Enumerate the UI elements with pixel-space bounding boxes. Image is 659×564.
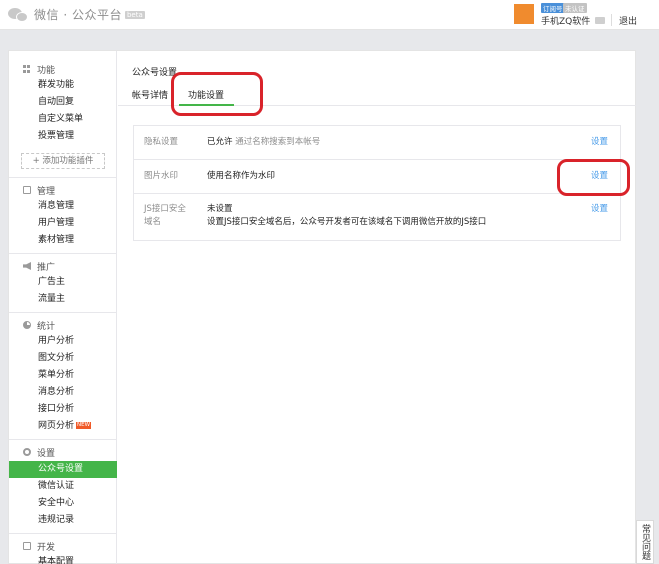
dev-icon [23,542,31,550]
nav-group-stats: 统计 [23,319,56,332]
subscription-badge: 订阅号 [541,3,565,13]
avatar[interactable] [514,4,534,24]
nav-group-manage: 管理 [23,184,56,197]
sidebar-item-custom-menu[interactable]: 自定义菜单 [9,111,117,128]
nav-divider [9,177,116,178]
sidebar-item-api-analysis[interactable]: 接口分析 [9,401,117,418]
add-plugin-button[interactable]: + 添加功能插件 [21,153,105,169]
nav-group-title: 统计 [37,321,56,332]
unverified-badge: 未认证 [563,3,587,13]
sidebar-item-security[interactable]: 安全中心 [9,495,117,512]
sidebar-item-users[interactable]: 用户管理 [9,215,117,232]
pie-chart-icon [23,321,31,329]
active-tab-indicator [179,104,234,106]
sidebar: 功能 群发功能 自动回复 自定义菜单 投票管理 + 添加功能插件 管理 消息管理… [9,51,117,564]
sidebar-item-web-analysis[interactable]: 网页分析 NEW [9,418,117,435]
watermark-settings-link[interactable]: 设置 [591,170,608,183]
tab-bar: 帐号详情 功能设置 [118,84,636,106]
setting-value: 使用名称作为水印 [207,171,276,181]
logout-link[interactable]: 退出 [619,14,637,27]
setting-label: 隐私设置 [144,137,179,147]
sidebar-item-menu-analysis[interactable]: 菜单分析 [9,367,117,384]
sidebar-item-messages[interactable]: 消息管理 [9,198,117,215]
setting-value-text: 已允许 [207,137,233,147]
settings-panel: 隐私设置 已允许 通过名称搜索到本帐号 设置 图片水印 使用名称作为水印 设置 … [133,125,621,241]
tab-function-settings[interactable]: 功能设置 [188,88,224,101]
sidebar-item-basic-config[interactable]: 基本配置 [9,554,117,564]
megaphone-icon [23,262,31,270]
grid-icon [23,65,31,73]
setting-row-watermark: 图片水印 使用名称作为水印 设置 [134,160,620,194]
setting-description: 通过名称搜索到本帐号 [235,137,321,147]
nav-divider [9,253,116,254]
sidebar-item-wechat-verify[interactable]: 微信认证 [9,478,117,495]
nav-group-title: 推广 [37,262,56,273]
top-bar: 微信 · 公众平台 beta 订阅号 未认证 手机ZQ软件 退出 [0,0,659,30]
new-badge: NEW [76,422,92,429]
sidebar-item-vote[interactable]: 投票管理 [9,128,117,145]
sidebar-item-user-analysis[interactable]: 用户分析 [9,333,117,350]
gear-icon [23,448,31,456]
logo-text: 微信 · 公众平台 [34,8,122,22]
nav-group-develop: 开发 [23,540,56,553]
account-name[interactable]: 手机ZQ软件 [541,14,590,27]
setting-label: JS接口安全域名 [144,204,186,227]
sidebar-item-auto-reply[interactable]: 自动回复 [9,94,117,111]
nav-group-settings: 设置 [23,446,56,459]
nav-divider [9,533,116,534]
js-domain-settings-link[interactable]: 设置 [591,203,608,216]
nav-divider [9,312,116,313]
sidebar-item-materials[interactable]: 素材管理 [9,232,117,249]
nav-group-promotion: 推广 [23,260,56,273]
sidebar-item-account-settings[interactable]: 公众号设置 [9,461,117,478]
sidebar-item-advertiser[interactable]: 广告主 [9,274,117,291]
main-container: 功能 群发功能 自动回复 自定义菜单 投票管理 + 添加功能插件 管理 消息管理… [8,50,636,564]
setting-label: 图片水印 [144,171,179,181]
sidebar-item-violations[interactable]: 违规记录 [9,512,117,529]
sidebar-item-mass-send[interactable]: 群发功能 [9,77,117,94]
mail-icon[interactable] [595,17,605,24]
nav-group-title: 开发 [37,542,56,553]
setting-value: 已允许 通过名称搜索到本帐号 [207,136,320,149]
sidebar-item-article-analysis[interactable]: 图文分析 [9,350,117,367]
setting-description: 设置JS接口安全域名后，公众号开发者可在该域名下调用微信开放的JS接口 [207,217,487,227]
manage-icon [23,186,31,194]
page-title: 公众号设置 [132,68,178,78]
header-divider [611,14,612,26]
tab-account-details[interactable]: 帐号详情 [132,88,168,101]
sidebar-item-message-analysis[interactable]: 消息分析 [9,384,117,401]
beta-badge: beta [124,10,145,19]
nav-group-title: 设置 [37,448,56,459]
logo[interactable]: 微信 · 公众平台 beta [8,6,145,23]
wechat-logo-icon [8,7,30,23]
nav-group-function: 功能 [23,63,56,76]
faq-button[interactable]: 常见问题 [636,520,654,564]
sidebar-item-label: 网页分析 [38,421,75,431]
content-area: 公众号设置 帐号详情 功能设置 隐私设置 已允许 通过名称搜索到本帐号 设置 图… [118,51,636,564]
setting-row-js-domain: JS接口安全域名 未设置 设置JS接口安全域名后，公众号开发者可在该域名下调用微… [134,194,620,240]
nav-group-title: 管理 [37,186,56,197]
privacy-settings-link[interactable]: 设置 [591,136,608,149]
setting-value: 未设置 [207,204,233,214]
nav-divider [9,439,116,440]
setting-row-privacy: 隐私设置 已允许 通过名称搜索到本帐号 设置 [134,126,620,160]
sidebar-item-publisher[interactable]: 流量主 [9,291,117,308]
nav-group-title: 功能 [37,65,56,76]
